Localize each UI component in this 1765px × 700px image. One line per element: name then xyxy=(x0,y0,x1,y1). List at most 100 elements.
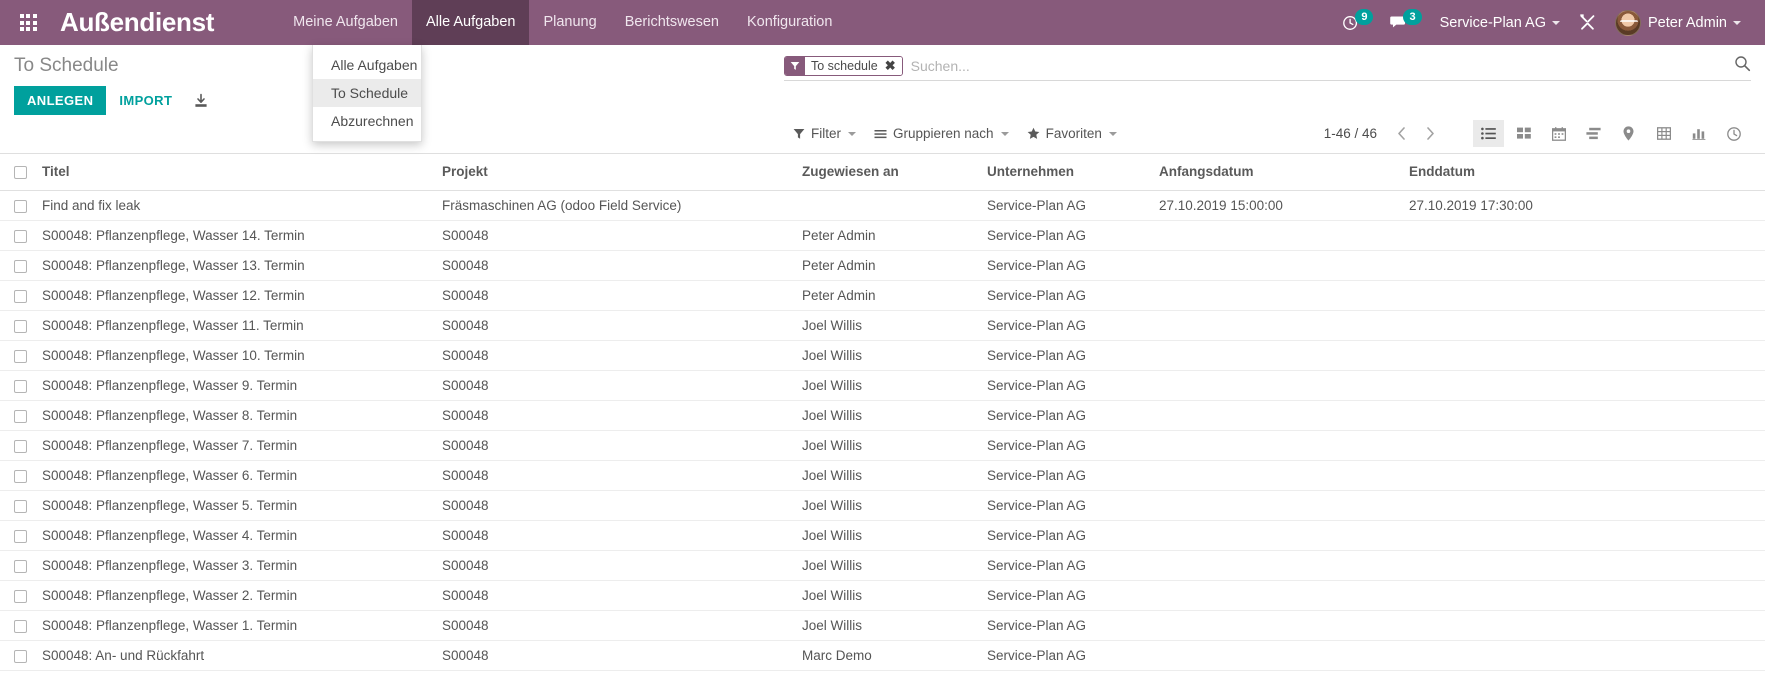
row-checkbox[interactable] xyxy=(14,499,27,513)
pager-previous-button[interactable] xyxy=(1387,124,1416,143)
searchview: To schedule ✖ xyxy=(784,53,1751,81)
cell-zugewiesen-an: Joel Willis xyxy=(794,460,979,491)
row-checkbox-cell[interactable] xyxy=(0,370,34,401)
cell-anfangsdatum xyxy=(1151,340,1401,371)
row-checkbox-cell[interactable] xyxy=(0,400,34,431)
remove-facet-icon[interactable]: ✖ xyxy=(881,56,902,75)
row-checkbox-cell[interactable] xyxy=(0,190,34,221)
select-all-checkbox[interactable] xyxy=(14,165,27,179)
row-checkbox-cell[interactable] xyxy=(0,640,34,671)
row-checkbox[interactable] xyxy=(14,529,27,543)
row-checkbox[interactable] xyxy=(14,559,27,573)
row-checkbox-cell[interactable] xyxy=(0,430,34,461)
table-row[interactable]: S00048: Pflanzenpflege, Wasser 11. Termi… xyxy=(0,310,1765,341)
favorites-dropdown-button[interactable]: Favoriten xyxy=(1018,123,1126,144)
create-button[interactable]: ANLEGEN xyxy=(14,86,107,115)
row-checkbox-cell[interactable] xyxy=(0,310,34,341)
table-row[interactable]: S00048: An- und Rückfahrt S00048 Marc Demo… xyxy=(0,640,1765,671)
messages-button[interactable]: 3 xyxy=(1381,0,1429,45)
column-header-zugewiesen-an[interactable]: Zugewiesen an xyxy=(794,154,979,191)
activities-button[interactable]: 9 xyxy=(1334,0,1381,45)
row-checkbox[interactable] xyxy=(14,469,27,483)
graph-view-button[interactable] xyxy=(1683,120,1714,147)
column-header-unternehmen[interactable]: Unternehmen xyxy=(979,154,1151,191)
dropdown-item-alle-aufgaben[interactable]: Alle Aufgaben xyxy=(313,51,421,79)
gantt-view-button[interactable] xyxy=(1578,120,1609,147)
filter-dropdown-button[interactable]: Filter xyxy=(784,123,865,144)
pager-next-button[interactable] xyxy=(1416,124,1445,143)
row-checkbox[interactable] xyxy=(14,319,27,333)
menu-item-meine-aufgaben[interactable]: Meine Aufgaben xyxy=(279,0,412,45)
column-header-titel[interactable]: Titel xyxy=(34,154,434,191)
column-header-projekt[interactable]: Projekt xyxy=(434,154,794,191)
search-dropdown-buttons: Filter Gruppieren nach Favoriten xyxy=(784,123,1126,144)
debug-tools-button[interactable] xyxy=(1570,0,1605,45)
row-checkbox[interactable] xyxy=(14,409,27,423)
menu-item-planung[interactable]: Planung xyxy=(529,0,610,45)
search-facet-to-schedule[interactable]: To schedule ✖ xyxy=(784,55,903,76)
cell-enddatum xyxy=(1401,400,1765,431)
cell-titel: S00048: Pflanzenpflege, Wasser 12. Termi… xyxy=(34,280,434,311)
row-checkbox-cell[interactable] xyxy=(0,250,34,281)
user-menu[interactable]: Peter Admin xyxy=(1605,9,1751,36)
row-checkbox-cell[interactable] xyxy=(0,490,34,521)
apps-menu-button[interactable] xyxy=(0,0,56,45)
row-checkbox-cell[interactable] xyxy=(0,550,34,581)
table-row[interactable]: S00048: Pflanzenpflege, Wasser 9. Termin… xyxy=(0,370,1765,401)
table-row[interactable]: S00048: Pflanzenpflege, Wasser 7. Termin… xyxy=(0,430,1765,461)
row-checkbox[interactable] xyxy=(14,289,27,303)
table-row[interactable]: S00048: Pflanzenpflege, Wasser 13. Termi… xyxy=(0,250,1765,281)
import-button[interactable]: IMPORT xyxy=(106,86,185,115)
row-checkbox-cell[interactable] xyxy=(0,610,34,641)
table-row[interactable]: S00048: Pflanzenpflege, Wasser 10. Termi… xyxy=(0,340,1765,371)
row-checkbox-cell[interactable] xyxy=(0,340,34,371)
row-checkbox[interactable] xyxy=(14,589,27,603)
pivot-view-button[interactable] xyxy=(1648,120,1679,147)
table-row[interactable]: S00048: Pflanzenpflege, Wasser 2. Termin… xyxy=(0,580,1765,611)
row-checkbox-cell[interactable] xyxy=(0,460,34,491)
row-checkbox[interactable] xyxy=(14,619,27,633)
table-row[interactable]: S00048: Pflanzenpflege, Wasser 8. Termin… xyxy=(0,400,1765,431)
table-row[interactable]: S00048: Pflanzenpflege, Wasser 6. Termin… xyxy=(0,460,1765,491)
cell-anfangsdatum xyxy=(1151,250,1401,281)
menu-item-alle-aufgaben[interactable]: Alle Aufgaben xyxy=(411,0,530,45)
table-row[interactable]: S00048: Pflanzenpflege, Wasser 5. Termin… xyxy=(0,490,1765,521)
column-header-anfangsdatum[interactable]: Anfangsdatum xyxy=(1151,154,1401,191)
row-checkbox[interactable] xyxy=(14,349,27,363)
groupby-dropdown-button[interactable]: Gruppieren nach xyxy=(865,123,1018,144)
table-row[interactable]: S00048: Pflanzenpflege, Wasser 1. Termin… xyxy=(0,610,1765,641)
dropdown-item-to-schedule[interactable]: To Schedule xyxy=(313,79,421,107)
table-row[interactable]: S00048: Pflanzenpflege, Wasser 4. Termin… xyxy=(0,520,1765,551)
row-checkbox-cell[interactable] xyxy=(0,520,34,551)
row-checkbox[interactable] xyxy=(14,649,27,663)
kanban-view-button[interactable] xyxy=(1508,120,1539,147)
table-row[interactable]: S00048: Pflanzenpflege, Wasser 3. Termin… xyxy=(0,550,1765,581)
row-checkbox-cell[interactable] xyxy=(0,220,34,251)
table-row[interactable]: Find and fix leak Fräsmaschinen AG (odoo … xyxy=(0,190,1765,221)
cell-anfangsdatum: 27.10.2019 15:00:00 xyxy=(1151,190,1401,221)
calendar-view-button[interactable] xyxy=(1543,120,1574,147)
row-checkbox-cell[interactable] xyxy=(0,580,34,611)
row-checkbox[interactable] xyxy=(14,379,27,393)
cell-zugewiesen-an: Joel Willis xyxy=(794,430,979,461)
table-row[interactable]: S00048: Pflanzenpflege, Wasser 12. Termi… xyxy=(0,280,1765,311)
map-view-button[interactable] xyxy=(1613,120,1644,147)
row-checkbox-cell[interactable] xyxy=(0,280,34,311)
search-input[interactable] xyxy=(906,57,1751,74)
download-button[interactable] xyxy=(185,88,217,114)
cell-titel: S00048: Pflanzenpflege, Wasser 8. Termin xyxy=(34,400,434,431)
row-checkbox[interactable] xyxy=(14,229,27,243)
menu-item-konfiguration[interactable]: Konfiguration xyxy=(733,0,846,45)
table-row[interactable]: S00048: Pflanzenpflege, Wasser 14. Termi… xyxy=(0,220,1765,251)
activity-view-button[interactable] xyxy=(1718,120,1749,147)
row-checkbox[interactable] xyxy=(14,199,27,213)
pivot-grid-icon xyxy=(1656,127,1671,140)
row-checkbox[interactable] xyxy=(14,439,27,453)
list-view-button[interactable] xyxy=(1473,120,1504,147)
dropdown-item-abzurechnen[interactable]: Abzurechnen xyxy=(313,107,421,135)
company-switcher[interactable]: Service-Plan AG xyxy=(1430,15,1570,31)
column-header-enddatum[interactable]: Enddatum xyxy=(1401,154,1765,191)
search-icon[interactable] xyxy=(1734,55,1751,77)
menu-item-berichtswesen[interactable]: Berichtswesen xyxy=(611,0,733,45)
row-checkbox[interactable] xyxy=(14,259,27,273)
